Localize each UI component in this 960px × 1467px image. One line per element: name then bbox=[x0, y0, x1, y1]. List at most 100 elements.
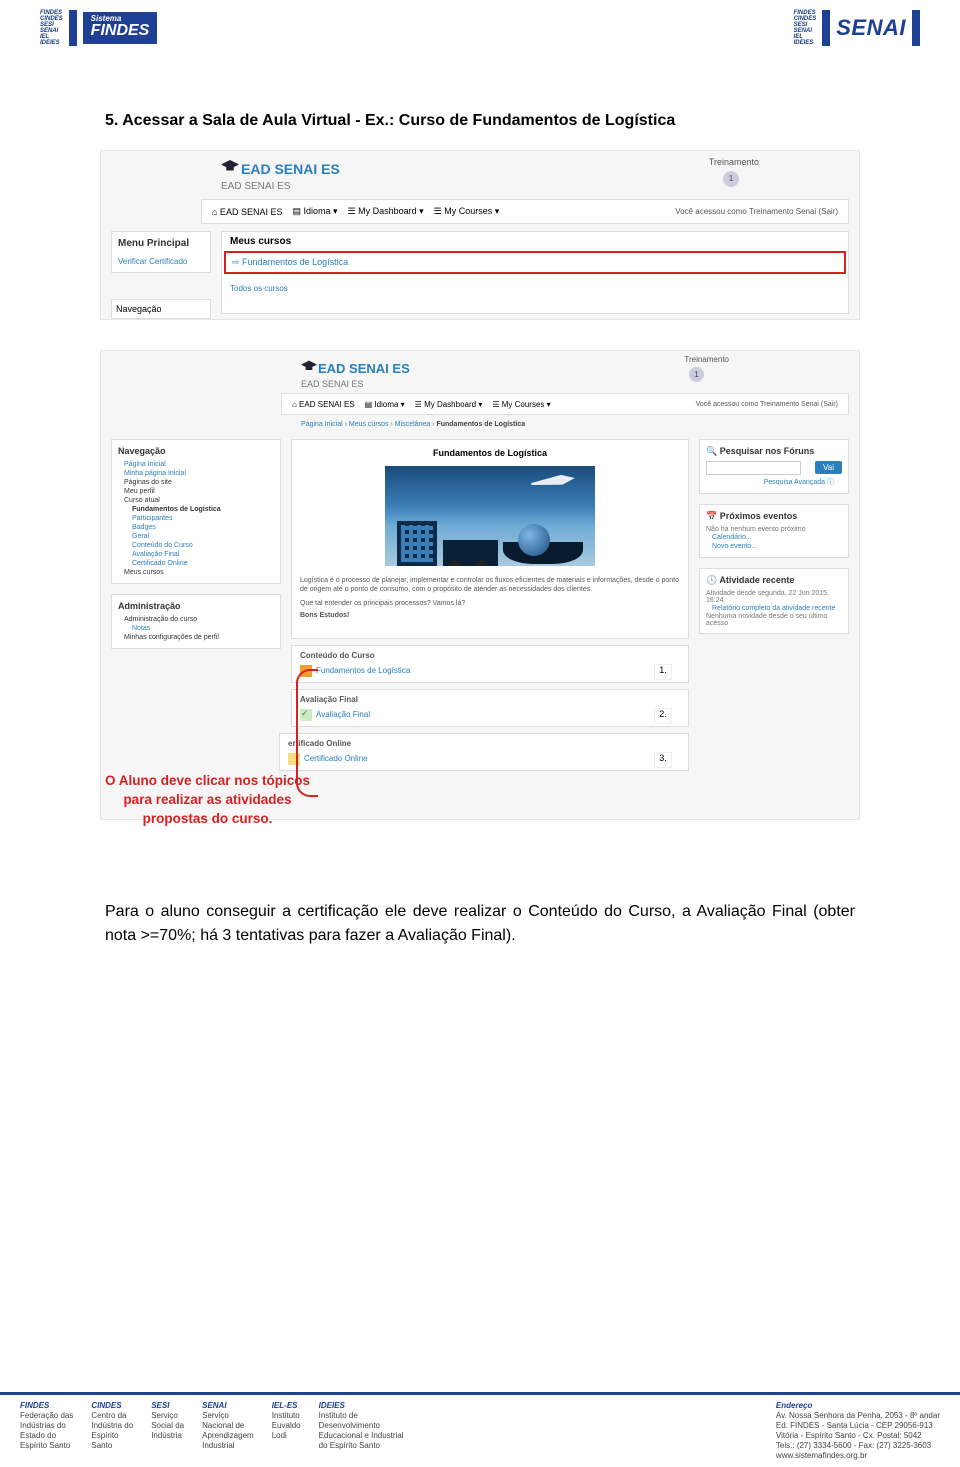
nav-language[interactable]: ▤ Idioma ▾ bbox=[292, 206, 337, 217]
nav-item[interactable]: Meu perfil bbox=[118, 487, 274, 496]
forum-search-input[interactable] bbox=[706, 461, 801, 475]
body-paragraph: Para o aluno conseguir a certificação el… bbox=[105, 900, 855, 948]
nav-item[interactable]: Páginas do site bbox=[118, 478, 274, 487]
header-logos: FINDESCINDES SESISENAI IELIDEIES Sistema… bbox=[0, 10, 960, 46]
site-subtitle: EAD SENAI ES bbox=[221, 181, 290, 192]
globe-icon bbox=[518, 524, 550, 556]
crumb[interactable]: Miscelânea bbox=[395, 421, 430, 428]
block-title: Administração bbox=[118, 601, 274, 611]
footer-address: Endereço Av. Nossa Senhora da Penha, 205… bbox=[776, 1401, 940, 1467]
logo-findes-block: FINDESCINDES SESISENAI IELIDEIES Sistema… bbox=[40, 10, 157, 46]
building-icon bbox=[397, 521, 437, 566]
nav-item[interactable]: Badges bbox=[118, 523, 274, 532]
nav-item[interactable]: Conteúdo do Curso bbox=[118, 541, 274, 550]
graduation-cap-icon bbox=[301, 360, 317, 372]
site-title: EAD SENAI ES bbox=[318, 361, 410, 376]
nav-item-current[interactable]: Fundamentos de Logística bbox=[118, 505, 274, 514]
footer-findes: FINDES Federação dasIndústrias do Estado… bbox=[20, 1401, 73, 1467]
section-title: Conteúdo do Curso bbox=[300, 651, 680, 660]
section-heading: 5. Acessar a Sala de Aula Virtual - Ex.:… bbox=[105, 112, 675, 130]
page-footer: FINDES Federação dasIndústrias do Estado… bbox=[0, 1392, 960, 1467]
left-sidebar: Navegação Página Inicial Minha página In… bbox=[111, 439, 281, 659]
certificate-link[interactable]: Certificado Online 3. bbox=[288, 752, 680, 765]
admin-item[interactable]: Notas bbox=[118, 624, 274, 633]
events-text: Não há nenhum evento próximo bbox=[706, 526, 842, 533]
senai-member-list: FINDESCINDES SESISENAI IELIDEIES bbox=[794, 10, 817, 46]
block-title: 📅 Próximos eventos bbox=[706, 511, 842, 522]
crumb[interactable]: Meus cursos bbox=[349, 421, 389, 428]
logo-senai-block: FINDESCINDES SESISENAI IELIDEIES SENAI bbox=[794, 10, 920, 46]
block-title: Navegação bbox=[116, 304, 162, 314]
section-certificate: ertificado Online Certificado Online 3. bbox=[279, 733, 689, 771]
nav-courses[interactable]: ☰ My Courses ▾ bbox=[434, 206, 500, 217]
nav-item[interactable]: Certificado Online bbox=[118, 559, 274, 568]
findes-logo: Sistema FINDES bbox=[83, 12, 158, 44]
nav-item[interactable]: Participantes bbox=[118, 514, 274, 523]
evaluation-link[interactable]: Avaliação Final 2. bbox=[300, 708, 680, 721]
course-question: Que tal entender os principais processos… bbox=[300, 600, 680, 607]
block-title: Navegação bbox=[118, 446, 274, 456]
nav-language[interactable]: ▤ Idioma ▾ bbox=[365, 400, 405, 409]
main-menu-block: Menu Principal Verificar Certificado bbox=[111, 231, 211, 273]
graduation-cap-icon bbox=[221, 159, 239, 173]
crumb-current: Fundamentos de Logística bbox=[436, 421, 525, 428]
full-report-link[interactable]: Relatório completo da atividade recente bbox=[706, 604, 842, 613]
screenshot-course-page: EAD SENAI ES EAD SENAI ES Treinamento 1 … bbox=[100, 350, 860, 820]
nav-home[interactable]: ⌂ EAD SENAI ES bbox=[292, 400, 355, 409]
breadcrumb: Página Inicial › Meus cursos › Miscelâne… bbox=[301, 421, 525, 428]
main-content: Fundamentos de Logística Logística é o p… bbox=[291, 439, 689, 771]
plane-icon bbox=[531, 473, 576, 489]
advanced-search-link[interactable]: Pesquisa Avançada ⓘ bbox=[706, 477, 842, 487]
right-sidebar: 🔍 Pesquisar nos Fóruns Vai Pesquisa Avan… bbox=[699, 439, 849, 644]
logged-in-text: Você acessou como Treinamento Senai (Sai… bbox=[696, 401, 838, 408]
recent-activity-block: 🕓 Atividade recente Atividade desde segu… bbox=[699, 568, 849, 634]
callout-number: 2. bbox=[654, 708, 672, 724]
course-title: Fundamentos de Logística bbox=[300, 448, 680, 458]
nav-dashboard[interactable]: ☰ My Dashboard ▾ bbox=[348, 206, 424, 217]
section-evaluation: Avaliação Final Avaliação Final 2. bbox=[291, 689, 689, 727]
my-courses-title: Meus cursos bbox=[222, 232, 848, 251]
new-event-link[interactable]: Novo evento... bbox=[706, 542, 842, 551]
nav-item[interactable]: Página Inicial bbox=[118, 460, 274, 469]
good-luck-text: Bons Estudos! bbox=[300, 612, 680, 619]
admin-item[interactable]: Minhas configurações de perfil bbox=[118, 633, 274, 642]
screenshot-my-courses: EAD SENAI ES EAD SENAI ES Treinamento 1 … bbox=[100, 150, 860, 320]
calendar-link[interactable]: Calendário... bbox=[706, 533, 842, 542]
nav-courses[interactable]: ☰ My Courses ▾ bbox=[492, 400, 550, 409]
callout-number: 3. bbox=[654, 752, 672, 768]
nav-item[interactable]: Meus cursos bbox=[118, 568, 274, 577]
top-navbar: ⌂ EAD SENAI ES ▤ Idioma ▾ ☰ My Dashboard… bbox=[201, 199, 849, 224]
arrow-icon: ⇨ bbox=[232, 257, 242, 267]
all-courses-link[interactable]: Todos os cursos bbox=[222, 274, 848, 303]
highlight-course-link[interactable]: ⇨ Fundamentos de Logística bbox=[224, 251, 846, 274]
crumb[interactable]: Página Inicial bbox=[301, 421, 343, 428]
site-subtitle: EAD SENAI ES bbox=[301, 379, 364, 389]
administration-block: Administração Administração do curso Not… bbox=[111, 594, 281, 649]
course-description: Logística é o processo de planejar, impl… bbox=[300, 576, 680, 594]
nav-item[interactable]: Curso atual bbox=[118, 496, 274, 505]
user-label: Treinamento bbox=[684, 355, 729, 364]
course-intro-card: Fundamentos de Logística Logística é o p… bbox=[291, 439, 689, 639]
notification-badge[interactable]: 1 bbox=[689, 367, 704, 382]
go-button[interactable]: Vai bbox=[815, 461, 842, 474]
activity-since: Atividade desde segunda, 22 Jun 2015, 16… bbox=[706, 590, 842, 604]
nav-home[interactable]: ⌂ EAD SENAI ES bbox=[212, 207, 282, 217]
verify-certificate-link[interactable]: Verificar Certificado bbox=[118, 257, 204, 266]
navigation-block: Navegação bbox=[111, 299, 211, 319]
footer-iel: IEL-ES InstitutoEuvaldoLodi bbox=[272, 1401, 301, 1467]
nav-item[interactable]: Geral bbox=[118, 532, 274, 541]
notification-badge[interactable]: 1 bbox=[723, 171, 739, 187]
content-link[interactable]: Fundamentos de Logística 1. bbox=[300, 664, 680, 677]
divider-bar bbox=[69, 10, 77, 46]
senai-logo: SENAI bbox=[836, 15, 906, 41]
section-title: Avaliação Final bbox=[300, 695, 680, 704]
footer-ideies: IDEIES Instituto deDesenvolvimento Educa… bbox=[319, 1401, 404, 1467]
section-content: Conteúdo do Curso Fundamentos de Logísti… bbox=[291, 645, 689, 683]
nav-item[interactable]: Avaliação Final bbox=[118, 550, 274, 559]
section-title: ertificado Online bbox=[288, 739, 680, 748]
nav-item[interactable]: Minha página Inicial bbox=[118, 469, 274, 478]
admin-item[interactable]: Administração do curso bbox=[118, 615, 274, 624]
search-forums-block: 🔍 Pesquisar nos Fóruns Vai Pesquisa Avan… bbox=[699, 439, 849, 494]
divider-bar bbox=[822, 10, 830, 46]
nav-dashboard[interactable]: ☰ My Dashboard ▾ bbox=[415, 400, 483, 409]
